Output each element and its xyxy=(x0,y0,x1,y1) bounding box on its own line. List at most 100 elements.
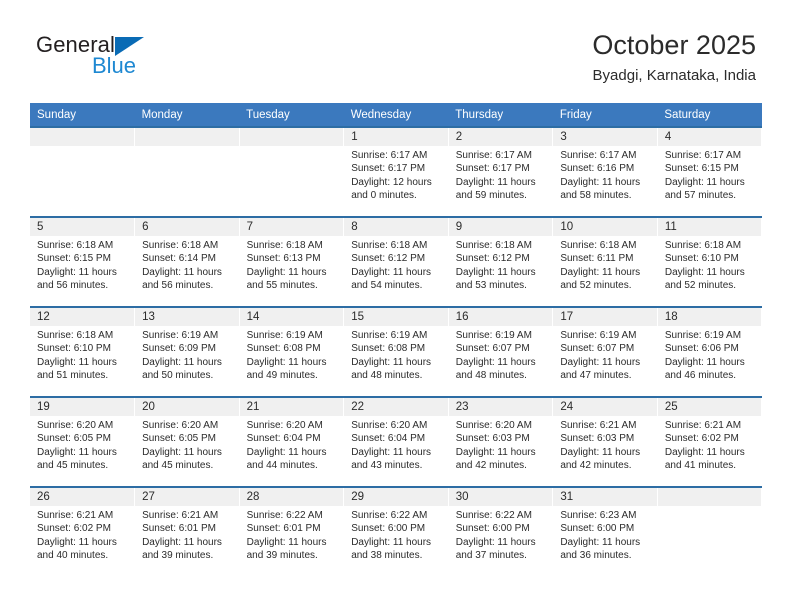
daylight-text-line1: Daylight: 11 hours xyxy=(455,446,536,458)
daylight-text-line2: and 41 minutes. xyxy=(664,459,737,471)
sunrise-text: Sunrise: 6:21 AM xyxy=(142,510,219,521)
day-cell-details: Sunrise: 6:18 AM Sunset: 6:14 PM Daylight:… xyxy=(135,236,239,292)
day-cell-details: Sunrise: 6:19 AM Sunset: 6:06 PM Daylight:… xyxy=(658,326,762,382)
calendar-day-cell[interactable]: 3 Sunrise: 6:17 AM Sunset: 6:16 PM Daylight… xyxy=(552,126,658,217)
day-cell-inner: 30 Sunrise: 6:22 AM Sunset: 6:00 PM Dayligh… xyxy=(448,488,553,576)
day-cell-details: Sunrise: 6:23 AM Sunset: 6:00 PM Daylight:… xyxy=(553,506,657,562)
calendar-day-cell[interactable]: 11 Sunrise: 6:18 AM Sunset: 6:10 PM Dayligh… xyxy=(657,216,763,307)
day-cell-inner: 22 Sunrise: 6:20 AM Sunset: 6:04 PM Dayligh… xyxy=(344,398,448,486)
generalblue-logo[interactable]: General Blue xyxy=(36,32,216,84)
day-number: 24 xyxy=(553,398,657,416)
sunrise-text: Sunrise: 6:18 AM xyxy=(142,240,219,251)
day-cell-inner: 17 Sunrise: 6:19 AM Sunset: 6:07 PM Dayligh… xyxy=(553,308,657,396)
calendar-day-cell[interactable]: 1 Sunrise: 6:17 AM Sunset: 6:17 PM Daylight… xyxy=(343,126,449,217)
day-cell-details: Sunrise: 6:20 AM Sunset: 6:04 PM Daylight:… xyxy=(240,416,344,472)
sunrise-text: Sunrise: 6:23 AM xyxy=(560,510,637,521)
daylight-text-line2: and 59 minutes. xyxy=(455,189,527,201)
daylight-text-line2: and 42 minutes. xyxy=(455,459,527,471)
calendar-day-cell[interactable]: 24 Sunrise: 6:21 AM Sunset: 6:03 PM Dayligh… xyxy=(552,396,658,487)
day-cell-inner xyxy=(135,128,239,216)
daylight-text-line2: and 47 minutes. xyxy=(560,369,632,381)
day-cell-details: Sunrise: 6:22 AM Sunset: 6:01 PM Daylight:… xyxy=(240,506,344,562)
sunrise-text: Sunrise: 6:21 AM xyxy=(37,510,114,521)
daylight-text-line2: and 48 minutes. xyxy=(351,369,423,381)
sunset-text: Sunset: 6:07 PM xyxy=(455,343,530,355)
calendar-day-cell[interactable]: 30 Sunrise: 6:22 AM Sunset: 6:00 PM Dayligh… xyxy=(448,486,554,576)
calendar-day-cell[interactable]: 26 Sunrise: 6:21 AM Sunset: 6:02 PM Dayligh… xyxy=(30,486,136,576)
calendar-day-cell[interactable]: 20 Sunrise: 6:20 AM Sunset: 6:05 PM Dayligh… xyxy=(134,396,240,487)
calendar-day-cell[interactable]: 15 Sunrise: 6:19 AM Sunset: 6:08 PM Dayligh… xyxy=(343,306,449,397)
daylight-text-line1: Daylight: 11 hours xyxy=(37,356,117,368)
day-cell-inner: 26 Sunrise: 6:21 AM Sunset: 6:02 PM Dayligh… xyxy=(30,488,135,576)
sunset-text: Sunset: 6:10 PM xyxy=(37,343,111,355)
day-cell-inner: 8 Sunrise: 6:18 AM Sunset: 6:12 PM Daylight… xyxy=(344,218,448,306)
sunrise-text: Sunrise: 6:22 AM xyxy=(455,510,532,521)
calendar-day-cell[interactable]: 8 Sunrise: 6:18 AM Sunset: 6:12 PM Daylight… xyxy=(343,216,449,307)
daylight-text-line2: and 45 minutes. xyxy=(142,459,214,471)
sunset-text: Sunset: 6:02 PM xyxy=(664,433,739,445)
weekday-header-monday: Monday xyxy=(134,103,240,127)
sunrise-text: Sunrise: 6:21 AM xyxy=(560,420,637,431)
calendar-day-cell[interactable]: 18 Sunrise: 6:19 AM Sunset: 6:06 PM Dayligh… xyxy=(657,306,763,397)
calendar-day-cell[interactable]: 27 Sunrise: 6:21 AM Sunset: 6:01 PM Dayligh… xyxy=(134,486,240,576)
day-cell-inner: 14 Sunrise: 6:19 AM Sunset: 6:08 PM Dayligh… xyxy=(239,308,344,396)
day-cell-inner: 31 Sunrise: 6:23 AM Sunset: 6:00 PM Dayligh… xyxy=(553,488,657,576)
daylight-text-line1: Daylight: 12 hours xyxy=(351,176,432,188)
day-cell-details: Sunrise: 6:18 AM Sunset: 6:12 PM Daylight:… xyxy=(449,236,553,292)
day-cell-inner: 28 Sunrise: 6:22 AM Sunset: 6:01 PM Dayligh… xyxy=(239,488,344,576)
day-cell-details: Sunrise: 6:18 AM Sunset: 6:11 PM Daylight:… xyxy=(553,236,657,292)
calendar-day-cell[interactable]: 19 Sunrise: 6:20 AM Sunset: 6:05 PM Dayligh… xyxy=(30,396,136,487)
day-cell-details: Sunrise: 6:19 AM Sunset: 6:07 PM Daylight:… xyxy=(449,326,553,382)
day-number: 11 xyxy=(657,218,762,236)
sunset-text: Sunset: 6:07 PM xyxy=(560,343,635,355)
calendar-day-cell[interactable]: 5 Sunrise: 6:18 AM Sunset: 6:15 PM Daylight… xyxy=(30,216,136,307)
daylight-text-line1: Daylight: 11 hours xyxy=(455,356,536,368)
day-number: 4 xyxy=(657,128,762,146)
daylight-text-line2: and 44 minutes. xyxy=(246,459,318,471)
calendar-day-cell[interactable]: 29 Sunrise: 6:22 AM Sunset: 6:00 PM Dayligh… xyxy=(343,486,449,576)
daylight-text-line1: Daylight: 11 hours xyxy=(351,536,432,548)
daylight-text-line2: and 0 minutes. xyxy=(351,189,417,201)
daylight-text-line1: Daylight: 11 hours xyxy=(142,266,222,278)
day-cell-inner: 23 Sunrise: 6:20 AM Sunset: 6:03 PM Dayligh… xyxy=(448,398,553,486)
calendar-day-cell[interactable]: 12 Sunrise: 6:18 AM Sunset: 6:10 PM Dayligh… xyxy=(30,306,136,397)
day-cell-inner: 19 Sunrise: 6:20 AM Sunset: 6:05 PM Dayligh… xyxy=(30,398,135,486)
calendar-day-cell[interactable]: 6 Sunrise: 6:18 AM Sunset: 6:14 PM Daylight… xyxy=(134,216,240,307)
calendar-day-cell[interactable]: 25 Sunrise: 6:21 AM Sunset: 6:02 PM Dayligh… xyxy=(657,396,763,487)
calendar-day-cell[interactable]: 4 Sunrise: 6:17 AM Sunset: 6:15 PM Daylight… xyxy=(657,126,763,217)
daylight-text-line1: Daylight: 11 hours xyxy=(142,446,222,458)
daylight-text-line1: Daylight: 11 hours xyxy=(560,536,641,548)
day-cell-inner: 20 Sunrise: 6:20 AM Sunset: 6:05 PM Dayligh… xyxy=(135,398,239,486)
weekday-header-tuesday: Tuesday xyxy=(239,103,344,127)
calendar-day-cell[interactable]: 28 Sunrise: 6:22 AM Sunset: 6:01 PM Dayligh… xyxy=(239,486,345,576)
calendar-day-cell[interactable]: 9 Sunrise: 6:18 AM Sunset: 6:12 PM Daylight… xyxy=(448,216,554,307)
weekday-header-friday: Friday xyxy=(552,103,658,127)
sunset-text: Sunset: 6:09 PM xyxy=(142,343,216,355)
daylight-text-line2: and 43 minutes. xyxy=(351,459,423,471)
daylight-text-line1: Daylight: 11 hours xyxy=(37,266,117,278)
daylight-text-line2: and 51 minutes. xyxy=(37,369,109,381)
calendar-day-cell[interactable]: 14 Sunrise: 6:19 AM Sunset: 6:08 PM Dayligh… xyxy=(239,306,345,397)
page-header: General Blue October 2025 Byadgi, Karnat… xyxy=(0,0,792,96)
calendar-day-cell[interactable]: 13 Sunrise: 6:19 AM Sunset: 6:09 PM Dayligh… xyxy=(134,306,240,397)
sunset-text: Sunset: 6:03 PM xyxy=(455,433,530,445)
sunrise-text: Sunrise: 6:18 AM xyxy=(455,240,532,251)
calendar-day-cell[interactable]: 17 Sunrise: 6:19 AM Sunset: 6:07 PM Dayligh… xyxy=(552,306,658,397)
day-cell-inner: 18 Sunrise: 6:19 AM Sunset: 6:06 PM Dayligh… xyxy=(657,308,762,396)
day-cell-inner: 11 Sunrise: 6:18 AM Sunset: 6:10 PM Dayligh… xyxy=(657,218,762,306)
day-number: 23 xyxy=(448,398,553,416)
day-cell-inner: 24 Sunrise: 6:21 AM Sunset: 6:03 PM Dayligh… xyxy=(553,398,657,486)
calendar-day-cell[interactable]: 21 Sunrise: 6:20 AM Sunset: 6:04 PM Dayligh… xyxy=(239,396,345,487)
calendar-day-cell[interactable]: 7 Sunrise: 6:18 AM Sunset: 6:13 PM Daylight… xyxy=(239,216,345,307)
day-cell-inner: 3 Sunrise: 6:17 AM Sunset: 6:16 PM Daylight… xyxy=(553,128,657,216)
calendar-day-cell[interactable]: 22 Sunrise: 6:20 AM Sunset: 6:04 PM Dayligh… xyxy=(343,396,449,487)
day-cell-details: Sunrise: 6:18 AM Sunset: 6:13 PM Daylight:… xyxy=(240,236,344,292)
calendar-day-cell[interactable]: 31 Sunrise: 6:23 AM Sunset: 6:00 PM Dayligh… xyxy=(552,486,658,576)
calendar-day-cell[interactable]: 16 Sunrise: 6:19 AM Sunset: 6:07 PM Dayligh… xyxy=(448,306,554,397)
day-number xyxy=(135,128,239,146)
daylight-text-line1: Daylight: 11 hours xyxy=(664,266,745,278)
day-number: 19 xyxy=(30,398,135,416)
calendar-day-cell[interactable]: 10 Sunrise: 6:18 AM Sunset: 6:11 PM Dayligh… xyxy=(552,216,658,307)
calendar-day-cell[interactable]: 23 Sunrise: 6:20 AM Sunset: 6:03 PM Dayligh… xyxy=(448,396,554,487)
calendar-day-cell[interactable]: 2 Sunrise: 6:17 AM Sunset: 6:17 PM Daylight… xyxy=(448,126,554,217)
